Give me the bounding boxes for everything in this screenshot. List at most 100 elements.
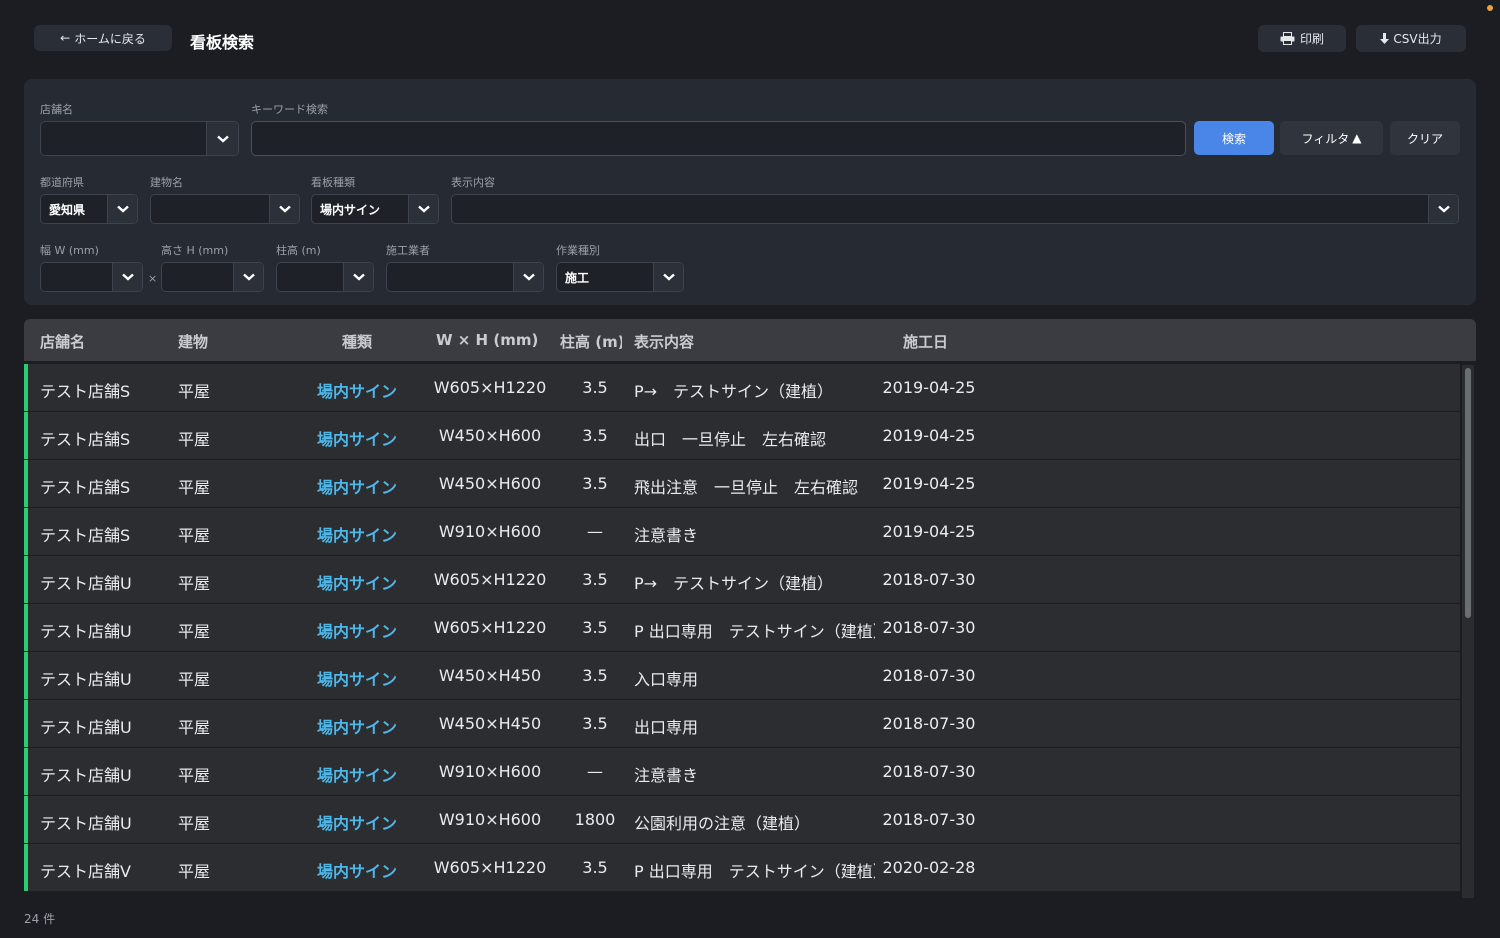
cell-type: 場内サイン xyxy=(317,526,398,545)
pole-height-label: 柱高 (m) xyxy=(276,244,321,257)
cell-shop: テスト店舗V xyxy=(40,862,131,881)
cell-building: 平屋 xyxy=(178,622,211,641)
back-to-home-button[interactable]: ← ホームに戻る xyxy=(34,25,172,51)
cell-size: W450×H450 xyxy=(438,714,542,733)
prefecture-select-value: 愛知県 xyxy=(49,202,86,217)
cell-date: 2020-02-28 xyxy=(882,858,976,877)
cell-type: 場内サイン xyxy=(317,718,398,737)
cell-type: 場内サイン xyxy=(317,478,398,497)
cell-type: 場内サイン xyxy=(317,574,398,593)
building-label: 建物名 xyxy=(150,176,183,189)
notification-dot xyxy=(1487,5,1493,11)
cell-display-content: 注意書き xyxy=(634,526,699,545)
keyword-label: キーワード検索 xyxy=(251,103,328,116)
clear-button[interactable]: クリア xyxy=(1390,121,1460,155)
search-filter-panel: 店舗名 キーワード検索 検索 フィルタ ▲ クリア 都道府県 愛知県 建物名 看… xyxy=(24,79,1476,305)
search-button[interactable]: 検索 xyxy=(1194,121,1274,155)
sign-type-select[interactable]: 場内サイン xyxy=(311,194,439,224)
cell-building: 平屋 xyxy=(178,574,211,593)
cell-building: 平屋 xyxy=(178,814,211,833)
cell-shop: テスト店舗U xyxy=(40,718,132,737)
cell-size: W910×H600 xyxy=(438,762,542,781)
work-type-select[interactable]: 施工 xyxy=(556,262,684,292)
pole-height-select[interactable] xyxy=(276,262,374,292)
height-select[interactable] xyxy=(161,262,264,292)
column-header-shop[interactable]: 店舗名 xyxy=(40,331,85,352)
cell-pole-height: 3.5 xyxy=(582,618,608,637)
cell-type: 場内サイン xyxy=(317,814,398,833)
cell-pole-height: 1800 xyxy=(574,810,616,829)
keyword-search-input[interactable] xyxy=(251,121,1186,156)
table-row[interactable]: テスト店舗U 平屋 場内サイン W910×H600 1800 公園利用の注意（建植） 201… xyxy=(24,796,1460,843)
top-bar: ← ホームに戻る 看板検索 印刷 CSV出力 xyxy=(0,0,1500,78)
contractor-label: 施工業者 xyxy=(386,244,430,257)
prefecture-label: 都道府県 xyxy=(40,176,84,189)
cell-shop: テスト店舗U xyxy=(40,574,132,593)
shop-select[interactable] xyxy=(40,121,239,156)
scrollbar-thumb[interactable] xyxy=(1465,368,1471,618)
cell-building: 平屋 xyxy=(178,766,211,785)
cell-pole-height: 3.5 xyxy=(582,666,608,685)
csv-export-button[interactable]: CSV出力 xyxy=(1356,25,1466,52)
cell-shop: テスト店舗S xyxy=(40,430,131,449)
cell-building: 平屋 xyxy=(178,670,211,689)
table-row[interactable]: テスト店舗U 平屋 場内サイン W450×H450 3.5 出口専用 2018-07-30 xyxy=(24,700,1460,747)
prefecture-select[interactable]: 愛知県 xyxy=(40,194,138,224)
building-select[interactable] xyxy=(150,194,300,224)
column-header-display-content[interactable]: 表示内容 xyxy=(634,331,694,352)
cell-pole-height: 3.5 xyxy=(582,426,608,445)
table-row[interactable]: テスト店舗U 平屋 場内サイン W605×H1220 3.5 P 出口専用 テストサイン（… xyxy=(24,604,1460,651)
download-arrow-icon xyxy=(1380,32,1390,44)
table-row[interactable]: テスト店舗U 平屋 場内サイン W605×H1220 3.5 P→ テストサイン（建植） 2… xyxy=(24,556,1460,603)
chevron-down-icon xyxy=(206,122,238,155)
table-row[interactable]: テスト店舗V 平屋 場内サイン W605×H1220 3.5 P 出口専用 テストサイン（… xyxy=(24,844,1460,891)
page-title: 看板検索 xyxy=(190,33,255,52)
work-type-select-value: 施工 xyxy=(565,270,590,285)
cell-display-content: 入口専用 xyxy=(634,670,699,689)
cell-date: 2019-04-25 xyxy=(882,378,976,397)
width-select[interactable] xyxy=(40,262,143,292)
cell-shop: テスト店舗S xyxy=(40,526,131,545)
cell-shop: テスト店舗U xyxy=(40,766,132,785)
table-row[interactable]: テスト店舗S 平屋 場内サイン W450×H600 3.5 飛出注意 一旦停止 左右確認 2… xyxy=(24,460,1460,507)
table-scrollbar[interactable] xyxy=(1462,365,1474,898)
filter-toggle-label: フィルタ xyxy=(1301,131,1350,146)
display-content-select[interactable] xyxy=(451,194,1459,224)
cell-size: W605×H1220 xyxy=(433,618,547,637)
cell-type: 場内サイン xyxy=(317,862,398,881)
table-row[interactable]: テスト店舗S 平屋 場内サイン W910×H600 — 注意書き 2019-04-25 xyxy=(24,508,1460,555)
table-row[interactable]: テスト店舗S 平屋 場内サイン W450×H600 3.5 出口 一旦停止 左右確認 201… xyxy=(24,412,1460,459)
print-label: 印刷 xyxy=(1299,32,1324,46)
table-row[interactable]: テスト店舗U 平屋 場内サイン W910×H600 — 注意書き 2018-07-30 xyxy=(24,748,1460,795)
cell-display-content: 出口専用 xyxy=(634,718,699,737)
display-content-label: 表示内容 xyxy=(451,176,495,189)
column-header-building[interactable]: 建物 xyxy=(178,331,208,352)
cell-size: W450×H600 xyxy=(438,426,542,445)
table-row[interactable]: テスト店舗U 平屋 場内サイン W450×H450 3.5 入口専用 2018-07-30 xyxy=(24,652,1460,699)
print-button[interactable]: 印刷 xyxy=(1258,25,1346,52)
table-row[interactable]: テスト店舗S 平屋 場内サイン W605×H1220 3.5 P→ テストサイン（建植） 2… xyxy=(24,364,1460,411)
arrow-left-icon: ← xyxy=(60,31,71,45)
cell-date: 2018-07-30 xyxy=(882,618,976,637)
column-header-pole-height[interactable]: 柱高 (m) xyxy=(560,331,622,352)
cell-shop: テスト店舗S xyxy=(40,478,131,497)
cell-date: 2018-07-30 xyxy=(882,570,976,589)
cell-building: 平屋 xyxy=(178,382,211,401)
cell-type: 場内サイン xyxy=(317,382,398,401)
cell-shop: テスト店舗U xyxy=(40,622,132,641)
cell-shop: テスト店舗U xyxy=(40,814,132,833)
cell-display-content: P→ テストサイン（建植） xyxy=(634,574,834,593)
cell-building: 平屋 xyxy=(178,478,211,497)
column-header-date[interactable]: 施工日 xyxy=(903,331,948,352)
cell-display-content: 出口 一旦停止 左右確認 xyxy=(634,430,827,449)
chevron-down-icon xyxy=(112,263,142,291)
cell-size: W450×H450 xyxy=(438,666,542,685)
cell-display-content: P→ テストサイン（建植） xyxy=(634,382,834,401)
contractor-select[interactable] xyxy=(386,262,544,292)
cell-display-content: P 出口専用 テストサイン（建植） xyxy=(634,622,875,641)
column-header-type[interactable]: 種類 xyxy=(342,331,372,352)
cell-display-content: 飛出注意 一旦停止 左右確認 xyxy=(634,478,859,497)
filter-toggle-button[interactable]: フィルタ ▲ xyxy=(1280,121,1383,155)
column-header-size[interactable]: W × H (mm) xyxy=(436,331,538,349)
times-symbol: × xyxy=(148,272,158,285)
